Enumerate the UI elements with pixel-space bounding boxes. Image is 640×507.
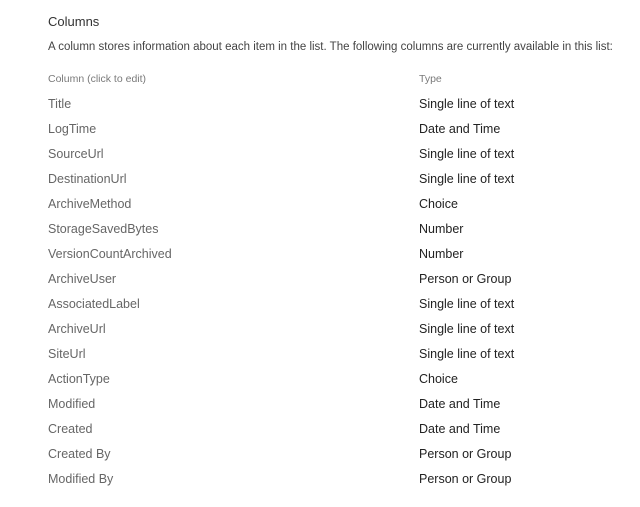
column-name-link[interactable]: LogTime [48,122,96,136]
column-name-link[interactable]: Title [48,97,71,111]
table-row: Title Single line of text [0,95,640,120]
column-name-header: Column (click to edit) [48,73,147,85]
table-row: ArchiveUrl Single line of text [0,320,640,345]
column-type: Person or Group [419,272,512,286]
column-name-link[interactable]: ArchiveUrl [48,322,106,336]
column-type: Person or Group [419,472,512,486]
column-name-link[interactable]: Created By [48,447,111,461]
column-type: Single line of text [419,97,515,111]
column-type: Single line of text [419,347,515,361]
column-name-link[interactable]: SourceUrl [48,147,104,161]
table-row: Modified Date and Time [0,395,640,420]
table-row: Created By Person or Group [0,445,640,470]
table-row: ArchiveMethod Choice [0,195,640,220]
table-row: Modified By Person or Group [0,470,640,495]
table-row: Created Date and Time [0,420,640,445]
column-type: Single line of text [419,147,515,161]
column-type: Single line of text [419,322,515,336]
column-name-link[interactable]: ArchiveUser [48,272,116,286]
columns-table: Title Single line of text LogTime Date a… [0,95,640,495]
column-type: Date and Time [419,422,501,436]
table-row: StorageSavedBytes Number [0,220,640,245]
column-name-link[interactable]: Modified [48,397,95,411]
table-row: ArchiveUser Person or Group [0,270,640,295]
section-description: A column stores information about each i… [48,41,613,53]
table-row: LogTime Date and Time [0,120,640,145]
column-type: Single line of text [419,297,515,311]
column-type: Number [419,222,464,236]
column-name-link[interactable]: Created [48,422,92,436]
column-type-header: Type [419,73,442,85]
column-name-link[interactable]: ActionType [48,372,110,386]
column-type: Choice [419,197,458,211]
column-type: Person or Group [419,447,512,461]
column-name-link[interactable]: VersionCountArchived [48,247,172,261]
column-name-link[interactable]: SiteUrl [48,347,86,361]
table-row: ActionType Choice [0,370,640,395]
table-row: VersionCountArchived Number [0,245,640,270]
table-row: SiteUrl Single line of text [0,345,640,370]
section-title: Columns [48,14,100,29]
table-row: SourceUrl Single line of text [0,145,640,170]
column-type: Choice [419,372,458,386]
table-row: AssociatedLabel Single line of text [0,295,640,320]
column-name-link[interactable]: AssociatedLabel [48,297,140,311]
column-name-link[interactable]: DestinationUrl [48,172,127,186]
column-type: Single line of text [419,172,515,186]
column-type: Date and Time [419,397,501,411]
column-name-link[interactable]: ArchiveMethod [48,197,131,211]
column-name-link[interactable]: StorageSavedBytes [48,222,159,236]
column-name-link[interactable]: Modified By [48,472,113,486]
column-type: Number [419,247,464,261]
table-row: DestinationUrl Single line of text [0,170,640,195]
column-type: Date and Time [419,122,501,136]
